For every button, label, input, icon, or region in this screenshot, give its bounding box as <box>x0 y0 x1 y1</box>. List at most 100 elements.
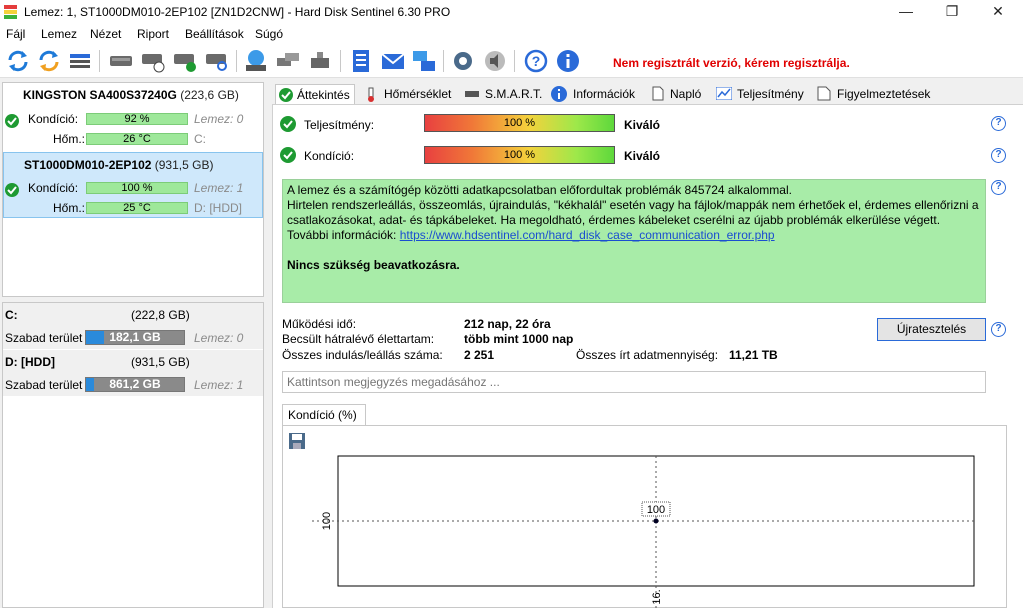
help-icon[interactable]: ? <box>991 322 1006 337</box>
condition-rating: Kiváló <box>624 149 661 163</box>
disk-search-icon[interactable] <box>204 48 230 74</box>
toolbar: ? Nem regisztrált verzió, kérem regisztr… <box>0 44 1023 78</box>
toolbar-separator <box>236 50 237 72</box>
help-icon[interactable]: ? <box>991 148 1006 163</box>
more-info-label: További információk: <box>287 228 397 242</box>
free-space-value: 861,2 GB <box>109 377 161 391</box>
volume-size: (931,5 GB) <box>131 355 190 369</box>
written-value: 11,21 TB <box>729 348 778 362</box>
refresh-all-icon[interactable] <box>36 48 62 74</box>
disk-schedule-icon[interactable] <box>140 48 166 74</box>
tab-label: Figyelmeztetések <box>837 87 931 101</box>
written-label: Összes írt adatmennyiség: <box>576 348 719 362</box>
chart-tab-condition[interactable]: Kondíció (%) <box>282 404 366 426</box>
more-info-link[interactable]: https://www.hdsentinel.com/hard_disk_cas… <box>400 228 775 242</box>
help-icon[interactable]: ? <box>991 180 1006 195</box>
disk-test-icon[interactable] <box>108 48 134 74</box>
disk-card-1[interactable]: ST1000DM010-2EP102 (931,5 GB) Kondíció: … <box>3 152 263 218</box>
check-icon <box>280 116 296 132</box>
network-icon[interactable] <box>411 48 437 74</box>
tab-label: S.M.A.R.T. <box>485 87 543 101</box>
disk-ok-icon[interactable] <box>172 48 198 74</box>
start-stop-value: 2 251 <box>464 348 495 362</box>
menu-help[interactable]: Súgó <box>255 27 283 41</box>
disk-name: KINGSTON SA400S37240G <box>23 88 177 102</box>
gear-icon[interactable] <box>450 48 476 74</box>
smart-icon <box>465 91 479 97</box>
maximize-button[interactable]: ❐ <box>929 0 975 24</box>
retest-button[interactable]: Újratesztelés <box>877 318 986 341</box>
check-icon <box>280 147 296 163</box>
usb-disk-icon[interactable] <box>307 48 333 74</box>
performance-bar: 100 % <box>424 114 615 132</box>
help-icon[interactable]: ? <box>991 116 1006 131</box>
disk-name: ST1000DM010-2EP102 <box>24 158 152 172</box>
disk-ref: Lemez: 0 <box>194 331 244 345</box>
status-message-box: A lemez és a számítógép közötti adatkapc… <box>282 179 986 303</box>
free-space-bar: 861,2 GB <box>85 377 185 392</box>
performance-label: Teljesítmény: <box>304 118 375 132</box>
note-input[interactable] <box>282 371 986 393</box>
uptime-value: 212 nap, 22 óra <box>464 317 551 331</box>
tab-temperature[interactable]: Hőmérséklet <box>362 84 460 104</box>
menu-settings[interactable]: Beállítások <box>185 27 244 41</box>
remaining-life-value: több mint 1000 nap <box>464 332 574 346</box>
close-button[interactable]: ✕ <box>975 0 1021 24</box>
left-panel: KINGSTON SA400S37240G (223,6 GB) Kondíci… <box>0 80 266 608</box>
notes-icon[interactable] <box>348 48 374 74</box>
tab-label: Információk <box>573 87 636 101</box>
y-tick-label: 100 <box>321 512 333 530</box>
disk-size: (223,6 GB) <box>180 88 239 102</box>
condition-bar: 92 % <box>86 113 188 125</box>
disk-size: (931,5 GB) <box>154 158 214 172</box>
disk-list-icon[interactable] <box>67 48 93 74</box>
menu-file[interactable]: Fájl <box>6 27 25 41</box>
disk-title: ST1000DM010-2EP102 (931,5 GB) <box>24 158 213 172</box>
info-icon[interactable] <box>555 48 581 74</box>
email-icon[interactable] <box>380 48 406 74</box>
disks-icon[interactable] <box>275 48 301 74</box>
toolbar-separator <box>443 50 444 72</box>
tab-overview[interactable]: Áttekintés <box>275 84 355 104</box>
tab-information[interactable]: Információk <box>551 84 643 104</box>
toolbar-separator <box>340 50 341 72</box>
minimize-button[interactable]: — <box>883 0 929 24</box>
tab-performance[interactable]: Teljesítmény <box>715 84 810 104</box>
free-space-value: 182,1 GB <box>109 330 161 344</box>
free-space-bar: 182,1 GB <box>85 330 185 345</box>
disk-ref: Lemez: 1 <box>194 181 244 195</box>
alert-document-icon <box>817 86 831 101</box>
tab-label: Napló <box>670 87 702 101</box>
refresh-icon[interactable] <box>5 48 31 74</box>
volume-size: (222,8 GB) <box>131 308 190 322</box>
drive-letter: C: <box>194 132 206 146</box>
tab-label: Áttekintés <box>297 88 350 102</box>
performance-rating: Kiváló <box>624 118 661 132</box>
drive-letter: D: [HDD] <box>194 201 242 215</box>
volume-name: D: [HDD] <box>5 355 55 369</box>
start-stop-label: Összes indulás/leállás száma: <box>282 348 443 362</box>
message-line: A lemez és a számítógép közötti adatkapc… <box>287 183 792 197</box>
menu-view[interactable]: Nézet <box>90 27 121 41</box>
window-title: Lemez: 1, ST1000DM010-2EP102 [ZN1D2CNW] … <box>24 5 451 19</box>
menu-report[interactable]: Riport <box>137 27 169 41</box>
volume-card-1[interactable]: D: [HDD] (931,5 GB) Szabad terület 861,2… <box>3 350 263 396</box>
volume-card-0[interactable]: C: (222,8 GB) Szabad terület 182,1 GB Le… <box>3 303 263 349</box>
info-icon <box>551 86 567 102</box>
network-disk-icon[interactable] <box>243 48 269 74</box>
tab-alerts[interactable]: Figyelmeztetések <box>815 84 933 104</box>
tab-smart[interactable]: S.M.A.R.T. <box>463 84 548 104</box>
free-space-label: Szabad terület <box>5 331 83 345</box>
registration-notice[interactable]: Nem regisztrált verzió, kérem regisztrál… <box>613 56 850 70</box>
sound-icon[interactable] <box>482 48 508 74</box>
svg-text:?: ? <box>532 53 541 69</box>
disk-card-0[interactable]: KINGSTON SA400S37240G (223,6 GB) Kondíci… <box>3 83 263 151</box>
tab-label: Teljesítmény <box>737 87 804 101</box>
tab-log[interactable]: Napló <box>650 84 710 104</box>
volume-name: C: <box>5 308 18 322</box>
check-icon <box>279 88 293 102</box>
menu-disk[interactable]: Lemez <box>41 27 77 41</box>
help-icon[interactable]: ? <box>523 48 549 74</box>
x-tick-label: 16. <box>651 589 663 604</box>
